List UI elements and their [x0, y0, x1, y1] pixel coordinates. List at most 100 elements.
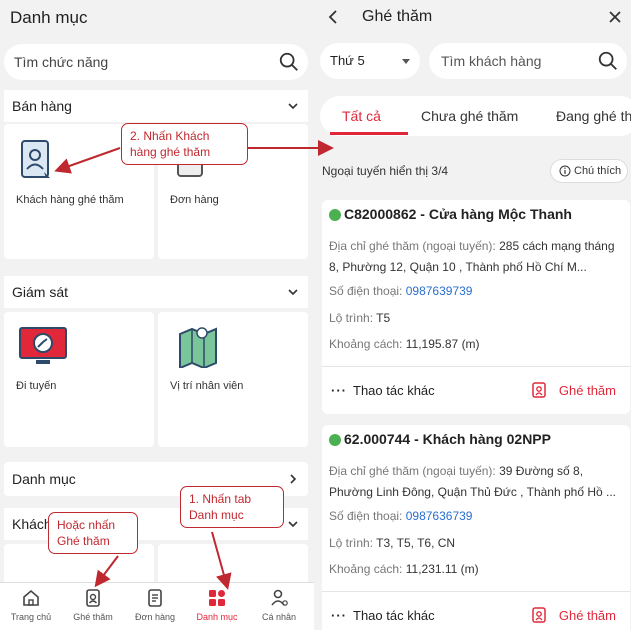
- caret-down-icon: [402, 59, 410, 64]
- search-placeholder: Tìm khách hàng: [441, 53, 542, 69]
- nav-catalog[interactable]: Danh mục: [186, 583, 248, 630]
- nav-orders[interactable]: Đơn hàng: [124, 583, 186, 630]
- section-label: Bán hàng: [12, 98, 72, 114]
- card-divider: [322, 366, 630, 367]
- page-title: Ghé thăm: [362, 8, 433, 25]
- grid-icon: [209, 590, 225, 606]
- phone-row: Số điện thoại: 0987639739: [329, 284, 472, 298]
- visit-header: Ghé thăm: [314, 0, 631, 36]
- status-dot: [329, 209, 341, 221]
- distance-value: 11,231.11 (m): [405, 562, 479, 576]
- more-dots-icon: ···: [331, 383, 347, 398]
- tile-staff-location[interactable]: Vị trí nhân viên: [158, 312, 308, 447]
- nav-label: Cá nhân: [261, 612, 297, 622]
- address-key: Địa chỉ ghé thăm (ngoại tuyến):: [329, 464, 496, 478]
- distance-key: Khoảng cách:: [329, 337, 403, 351]
- day-filter-value: Thứ 5: [330, 53, 365, 68]
- card-divider: [322, 591, 630, 592]
- section-sales-header[interactable]: Bán hàng: [4, 90, 308, 122]
- order-icon: [148, 589, 162, 607]
- tile-label: Vị trí nhân viên: [170, 380, 244, 392]
- distance-row: Khoảng cách: 11,195.87 (m): [329, 337, 480, 351]
- chevron-down-icon: [288, 521, 298, 528]
- tab-not-visited[interactable]: Chưa ghé thăm: [421, 108, 518, 124]
- tile-partial: [158, 544, 308, 584]
- customer-name: C82000862 - Cửa hàng Mộc Thanh: [344, 206, 572, 222]
- route-row: Lộ trình: T3, T5, T6, CN: [329, 536, 455, 550]
- phone-link[interactable]: 0987639739: [406, 284, 473, 298]
- more-actions-button[interactable]: ··· Thao tác khác: [331, 608, 435, 623]
- bottom-nav: Trang chủ Ghé thăm Đơn hàng Danh mục Cá …: [0, 582, 314, 630]
- tile-label: Khách hàng ghé thăm: [16, 194, 124, 206]
- route-info: Ngoại tuyến hiển thị 3/4: [322, 164, 449, 178]
- distance-row: Khoảng cách: 11,231.11 (m): [329, 562, 479, 576]
- chevron-down-icon: [288, 289, 298, 296]
- section-label: Giám sát: [12, 284, 69, 300]
- visit-icon: [532, 607, 546, 623]
- route-value: T3, T5, T6, CN: [376, 536, 456, 550]
- tile-route[interactable]: Đi tuyến: [4, 312, 154, 447]
- tile-label: Đi tuyến: [16, 380, 57, 392]
- function-search-input[interactable]: Tìm chức năng: [4, 44, 308, 80]
- customer-card[interactable]: C82000862 - Cửa hàng Mộc Thanh Địa chỉ g…: [322, 200, 630, 414]
- nav-label: Trang chủ: [10, 612, 52, 622]
- address-key: Địa chỉ ghé thăm (ngoại tuyến):: [329, 239, 496, 253]
- tab-all[interactable]: Tất cả: [342, 108, 381, 124]
- customer-visit-icon: [21, 140, 50, 178]
- customer-name: 62.000744 - Khách hàng 02NPP: [344, 431, 551, 447]
- callout-alt: Hoặc nhấn Ghé thăm: [48, 512, 138, 554]
- map-pin-icon: [179, 327, 217, 368]
- info-icon: [559, 165, 571, 177]
- visit-icon: [532, 382, 546, 398]
- status-dot: [329, 434, 341, 446]
- route-value: T5: [376, 311, 391, 325]
- page-title: Danh mục: [10, 8, 88, 27]
- distance-value: 11,195.87 (m): [405, 337, 480, 351]
- phone-row: Số điện thoại: 0987636739: [329, 509, 472, 523]
- visit-screen: Ghé thăm Thứ 5 Tìm khách hàng Tất cả Chư…: [314, 0, 631, 630]
- home-icon: [23, 589, 39, 606]
- customer-search-input[interactable]: Tìm khách hàng: [429, 43, 627, 79]
- tile-label: Đơn hàng: [170, 194, 219, 206]
- route-key: Lộ trình:: [329, 536, 374, 550]
- more-actions-label: Thao tác khác: [353, 383, 435, 398]
- nav-visit[interactable]: Ghé thăm: [62, 583, 124, 630]
- route-row: Lộ trình: T5: [329, 311, 390, 325]
- callout-step2: 2. Nhấn Khách hàng ghé thăm: [121, 123, 248, 165]
- nav-label: Ghé thăm: [73, 612, 113, 622]
- section-monitor-header[interactable]: Giám sát: [4, 276, 308, 308]
- visit-button[interactable]: Ghé thăm: [559, 608, 616, 623]
- back-arrow-icon[interactable]: [326, 8, 340, 26]
- chevron-right-icon: [290, 474, 297, 484]
- customer-address: Địa chỉ ghé thăm (ngoại tuyến): 285 cách…: [329, 236, 627, 278]
- more-actions-button[interactable]: ··· Thao tác khác: [331, 383, 435, 398]
- chevron-down-icon: [288, 103, 298, 110]
- phone-key: Số điện thoại:: [329, 509, 403, 523]
- more-dots-icon: ···: [331, 608, 347, 623]
- catalog-header: Danh mục: [0, 0, 314, 40]
- phone-link[interactable]: 0987636739: [406, 509, 473, 523]
- active-tab-indicator: [330, 132, 408, 135]
- visit-icon: [86, 589, 100, 607]
- tab-visiting[interactable]: Đang ghé th: [556, 108, 631, 124]
- customer-card[interactable]: 62.000744 - Khách hàng 02NPP Địa chỉ ghé…: [322, 425, 630, 630]
- search-icon[interactable]: [597, 50, 619, 72]
- callout-step1: 1. Nhấn tab Danh mục: [180, 486, 284, 528]
- close-icon[interactable]: [607, 9, 623, 25]
- nav-profile[interactable]: Cá nhân: [248, 583, 310, 630]
- more-actions-label: Thao tác khác: [353, 608, 435, 623]
- visit-button[interactable]: Ghé thăm: [559, 383, 616, 398]
- nav-label: Đơn hàng: [135, 612, 175, 622]
- distance-key: Khoảng cách:: [329, 562, 403, 576]
- nav-home[interactable]: Trang chủ: [0, 583, 62, 630]
- search-icon[interactable]: [278, 51, 300, 73]
- section-label: Danh mục: [12, 471, 76, 487]
- legend-label: Chú thích: [574, 165, 622, 177]
- phone-key: Số điện thoại:: [329, 284, 403, 298]
- customer-address: Địa chỉ ghé thăm (ngoại tuyến): 39 Đường…: [329, 461, 627, 503]
- user-icon: [271, 589, 288, 606]
- day-filter-select[interactable]: Thứ 5: [320, 43, 420, 79]
- legend-button[interactable]: Chú thích: [550, 159, 628, 183]
- nav-label: Danh mục: [196, 612, 238, 622]
- route-monitor-icon: [19, 327, 67, 364]
